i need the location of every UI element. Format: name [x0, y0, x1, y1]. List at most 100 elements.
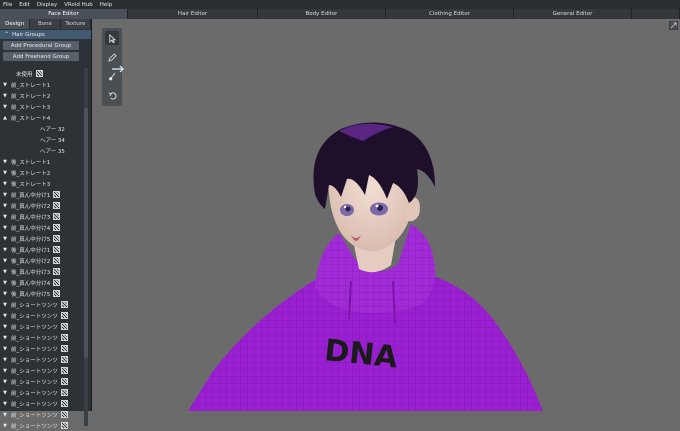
- editor-tab-general-editor[interactable]: General Editor: [514, 9, 632, 19]
- hair-texture-icon[interactable]: [53, 202, 61, 209]
- hair-group-item[interactable]: ▼ 前_ストレート3: [0, 101, 84, 112]
- editor-tab-face-editor[interactable]: Face Editor: [0, 9, 128, 19]
- add-freehand-group-button[interactable]: Add Freehand Group: [3, 52, 79, 61]
- hair-group-item[interactable]: ▼ 前_ショートツンツ: [0, 354, 84, 365]
- hair-texture-icon[interactable]: [53, 246, 61, 253]
- hair-group-item[interactable]: ▼ 後_ストレート3: [0, 178, 84, 189]
- hair-child-item[interactable]: ヘアー 35: [0, 145, 84, 156]
- chevron-down-icon[interactable]: ▼: [0, 170, 10, 176]
- hair-group-item[interactable]: ▲ 前_ストレート4: [0, 112, 84, 123]
- chevron-down-icon[interactable]: ▼: [0, 280, 10, 286]
- chevron-up-icon[interactable]: ▲: [0, 115, 10, 121]
- chevron-down-icon[interactable]: ▼: [0, 247, 10, 253]
- chevron-down-icon[interactable]: ▼: [0, 412, 10, 418]
- hair-group-item[interactable]: ▼ 前_ストレート1: [0, 79, 84, 90]
- hair-group-item[interactable]: 未使用: [0, 68, 84, 79]
- hair-group-item[interactable]: ▼ 前_真ん中分け3: [0, 211, 84, 222]
- editor-tab-clothing-editor[interactable]: Clothing Editor: [386, 9, 514, 19]
- chevron-down-icon[interactable]: ▼: [0, 269, 10, 275]
- menu-edit[interactable]: Edit: [19, 2, 30, 8]
- hair-texture-icon[interactable]: [60, 345, 68, 352]
- hair-texture-icon[interactable]: [53, 279, 61, 286]
- hair-texture-icon[interactable]: [60, 378, 68, 385]
- undo-tool-icon[interactable]: [105, 88, 119, 102]
- chevron-down-icon[interactable]: ▼: [0, 104, 10, 110]
- chevron-down-icon[interactable]: ▼: [0, 225, 10, 231]
- 3d-viewport[interactable]: DNA: [93, 19, 680, 411]
- chevron-down-icon[interactable]: ▼: [0, 335, 10, 341]
- chevron-down-icon[interactable]: ▼: [0, 357, 10, 363]
- hair-texture-icon[interactable]: [60, 312, 68, 319]
- hair-group-item[interactable]: ▼ 後_ストレート2: [0, 167, 84, 178]
- chevron-down-icon[interactable]: ▼: [0, 313, 10, 319]
- chevron-down-icon[interactable]: ▼: [0, 181, 10, 187]
- editor-tab-hair-editor[interactable]: Hair Editor: [128, 9, 258, 19]
- hair-group-item[interactable]: ▼ 前_ショートツンツ: [0, 332, 84, 343]
- hair-group-item[interactable]: ▼ 前_ショートツンツ: [0, 343, 84, 354]
- hair-texture-icon[interactable]: [60, 411, 68, 418]
- chevron-down-icon[interactable]: ▼: [0, 192, 10, 198]
- hair-texture-icon[interactable]: [53, 191, 61, 198]
- sidebar-scrollbar[interactable]: [84, 68, 88, 426]
- chevron-down-icon[interactable]: ▼: [0, 291, 10, 297]
- chevron-down-icon[interactable]: ▼: [0, 368, 10, 374]
- chevron-down-icon[interactable]: ▼: [0, 159, 10, 165]
- editor-tab-body-editor[interactable]: Body Editor: [258, 9, 386, 19]
- hair-texture-icon[interactable]: [53, 224, 61, 231]
- subtab-design[interactable]: Design: [0, 19, 31, 29]
- hair-group-item[interactable]: ▼ 前_ショートツンツ: [0, 376, 84, 387]
- hair-texture-icon[interactable]: [53, 257, 61, 264]
- hair-group-item[interactable]: ▼ 前_ショートツンツ: [0, 387, 84, 398]
- chevron-down-icon[interactable]: ▼: [0, 203, 10, 209]
- hair-texture-icon[interactable]: [53, 213, 61, 220]
- chevron-down-icon[interactable]: ▼: [0, 302, 10, 308]
- hair-group-item[interactable]: ▼ 前_真ん中分け5: [0, 233, 84, 244]
- hair-group-item[interactable]: ▼ 前_ショートツンツ: [0, 420, 84, 431]
- hair-texture-icon[interactable]: [53, 235, 61, 242]
- menu-help[interactable]: Help: [100, 2, 113, 8]
- hair-texture-icon[interactable]: [60, 389, 68, 396]
- hair-texture-icon[interactable]: [53, 268, 61, 275]
- hair-groups-header[interactable]: ⌃ Hair Groups: [0, 30, 91, 39]
- hair-group-item[interactable]: ▼ 前_ストレート2: [0, 90, 84, 101]
- hair-group-item[interactable]: ▼ 前_真ん中分け1: [0, 189, 84, 200]
- scrollbar-thumb[interactable]: [84, 108, 88, 358]
- hair-group-item[interactable]: ▼ 後_ストレート1: [0, 156, 84, 167]
- subtab-texture[interactable]: Texture: [61, 19, 91, 29]
- chevron-down-icon[interactable]: ▼: [0, 93, 10, 99]
- hair-texture-icon[interactable]: [60, 356, 68, 363]
- add-procedural-group-button[interactable]: Add Procedural Group: [3, 41, 79, 50]
- hair-group-item[interactable]: ▼ 後_真ん中分け5: [0, 288, 84, 299]
- hair-texture-icon[interactable]: [60, 323, 68, 330]
- menu-vroid-hub[interactable]: VRoid Hub: [64, 2, 93, 8]
- hair-group-item[interactable]: ▼ 前_ショートツンツ: [0, 365, 84, 376]
- hair-group-item[interactable]: ▼ 前_ショートツンツ: [0, 398, 84, 409]
- hair-texture-icon[interactable]: [35, 70, 43, 77]
- hair-group-item[interactable]: ▼ 後_真ん中分け4: [0, 277, 84, 288]
- hair-texture-icon[interactable]: [60, 422, 68, 429]
- chevron-down-icon[interactable]: ▼: [0, 236, 10, 242]
- hair-group-item[interactable]: ▼ 前_真ん中分け4: [0, 222, 84, 233]
- chevron-down-icon[interactable]: ▼: [0, 82, 10, 88]
- menu-display[interactable]: Display: [37, 2, 57, 8]
- hair-texture-icon[interactable]: [60, 400, 68, 407]
- subtab-bone[interactable]: Bone: [30, 19, 61, 29]
- hair-group-item[interactable]: ▼ 前_ショートツンツ: [0, 299, 84, 310]
- hair-texture-icon[interactable]: [60, 334, 68, 341]
- chevron-down-icon[interactable]: ▼: [0, 379, 10, 385]
- expand-icon[interactable]: [669, 21, 678, 30]
- hair-group-item[interactable]: ▼ 前_ショートツンツ: [0, 321, 84, 332]
- pen-tool-icon[interactable]: [105, 50, 119, 64]
- chevron-down-icon[interactable]: ▼: [0, 258, 10, 264]
- hair-texture-icon[interactable]: [60, 367, 68, 374]
- menu-file[interactable]: File: [3, 2, 12, 8]
- select-tool-icon[interactable]: [105, 31, 119, 45]
- hair-group-item[interactable]: ▼ 後_真ん中分け3: [0, 266, 84, 277]
- chevron-down-icon[interactable]: ▼: [0, 401, 10, 407]
- chevron-down-icon[interactable]: ▼: [0, 423, 10, 429]
- hair-group-item[interactable]: ▼ 前_真ん中分け2: [0, 200, 84, 211]
- hair-child-item[interactable]: ヘアー 32: [0, 123, 84, 134]
- hair-group-item[interactable]: ▼ 後_真ん中分け1: [0, 244, 84, 255]
- chevron-down-icon[interactable]: ▼: [0, 346, 10, 352]
- chevron-down-icon[interactable]: ▼: [0, 390, 10, 396]
